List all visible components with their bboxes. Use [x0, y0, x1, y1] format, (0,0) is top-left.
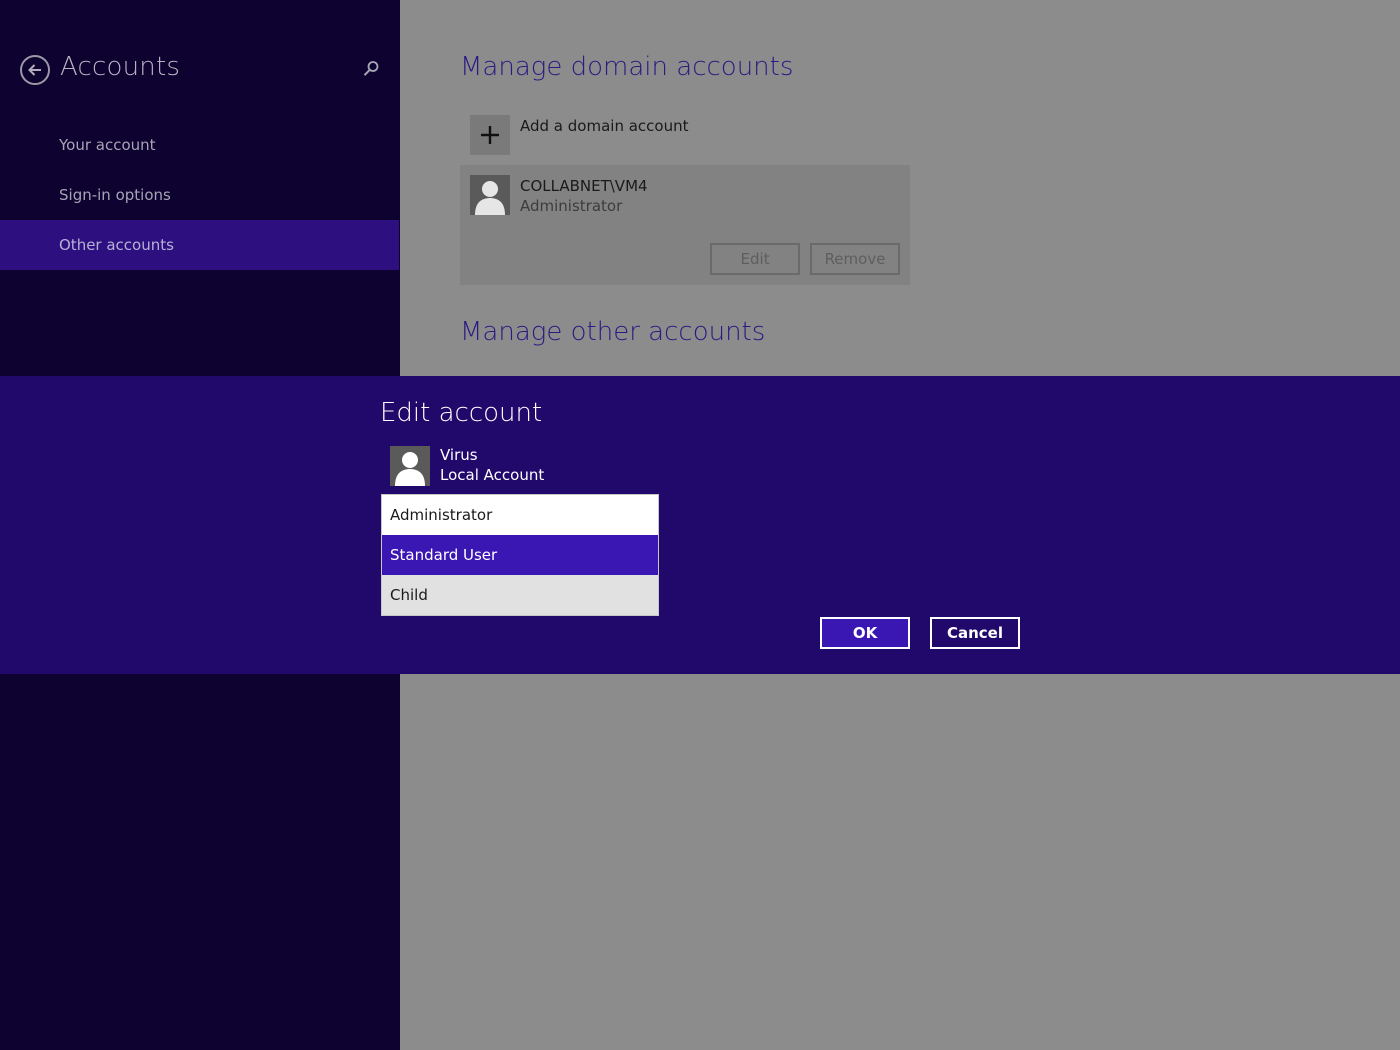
option-child[interactable]: Child	[382, 575, 658, 615]
user-account-type: Local Account	[440, 466, 545, 484]
cancel-button[interactable]: Cancel	[930, 617, 1020, 649]
add-domain-account-label[interactable]: Add a domain account	[520, 117, 688, 135]
add-domain-account-button[interactable]	[470, 115, 510, 155]
domain-account-name: COLLABNET\VM4	[520, 177, 648, 195]
plus-icon	[481, 126, 499, 144]
ok-button[interactable]: OK	[820, 617, 910, 649]
account-type-listbox[interactable]: Administrator Standard User Child	[381, 494, 659, 616]
domain-account-role: Administrator	[520, 197, 623, 215]
option-administrator[interactable]: Administrator	[382, 495, 658, 535]
domain-account-card[interactable]: COLLABNET\VM4 Administrator Edit Remove	[460, 165, 910, 285]
user-avatar-icon	[470, 175, 510, 215]
dialog-title: Edit account	[380, 398, 543, 428]
sidebar-item-your-account[interactable]: Your account	[0, 120, 399, 170]
search-icon[interactable]	[362, 60, 380, 82]
sidebar-title: Accounts	[60, 52, 181, 82]
sidebar-item-sign-in-options[interactable]: Sign-in options	[0, 170, 399, 220]
back-arrow-icon[interactable]	[20, 55, 50, 85]
sidebar-item-other-accounts[interactable]: Other accounts	[0, 220, 399, 270]
option-standard-user[interactable]: Standard User	[382, 535, 658, 575]
user-avatar-icon	[390, 446, 430, 486]
remove-button[interactable]: Remove	[810, 243, 900, 275]
domain-accounts-heading: Manage domain accounts	[460, 52, 794, 82]
user-name: Virus	[440, 446, 478, 464]
other-accounts-heading: Manage other accounts	[460, 317, 766, 347]
edit-button[interactable]: Edit	[710, 243, 800, 275]
edit-account-dialog: Edit account Virus Local Account Adminis…	[0, 376, 1400, 674]
